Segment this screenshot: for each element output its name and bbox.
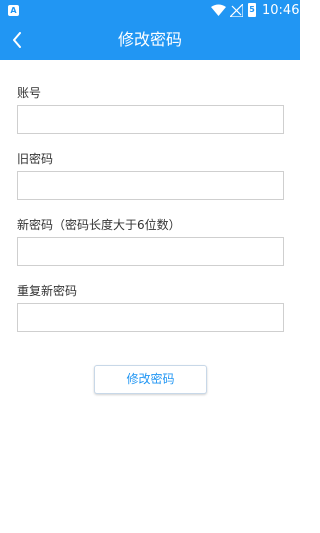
- account-label: 账号: [17, 86, 42, 100]
- app-header: A 5 10:46 修改密码: [0, 0, 300, 60]
- status-time: 10:46: [262, 3, 300, 18]
- new-password-field[interactable]: [17, 237, 284, 266]
- app-notification-icon: A: [8, 5, 19, 16]
- app-badge-text: A: [10, 6, 17, 15]
- battery-icon: 5: [248, 3, 256, 17]
- wifi-icon: [211, 4, 226, 16]
- change-password-button[interactable]: 修改密码: [94, 365, 207, 394]
- repeat-password-field[interactable]: [17, 303, 284, 332]
- battery-badge-text: 5: [249, 5, 255, 14]
- old-password-label: 旧密码: [17, 152, 54, 166]
- page-title: 修改密码: [117, 30, 182, 49]
- status-bar: A 5 10:46: [0, 0, 300, 22]
- no-signal-icon: [230, 4, 243, 17]
- repeat-password-label: 重复新密码: [17, 284, 78, 298]
- account-field[interactable]: [17, 105, 284, 134]
- new-password-label: 新密码（密码长度大于6位数）: [17, 218, 181, 232]
- old-password-field[interactable]: [17, 171, 284, 200]
